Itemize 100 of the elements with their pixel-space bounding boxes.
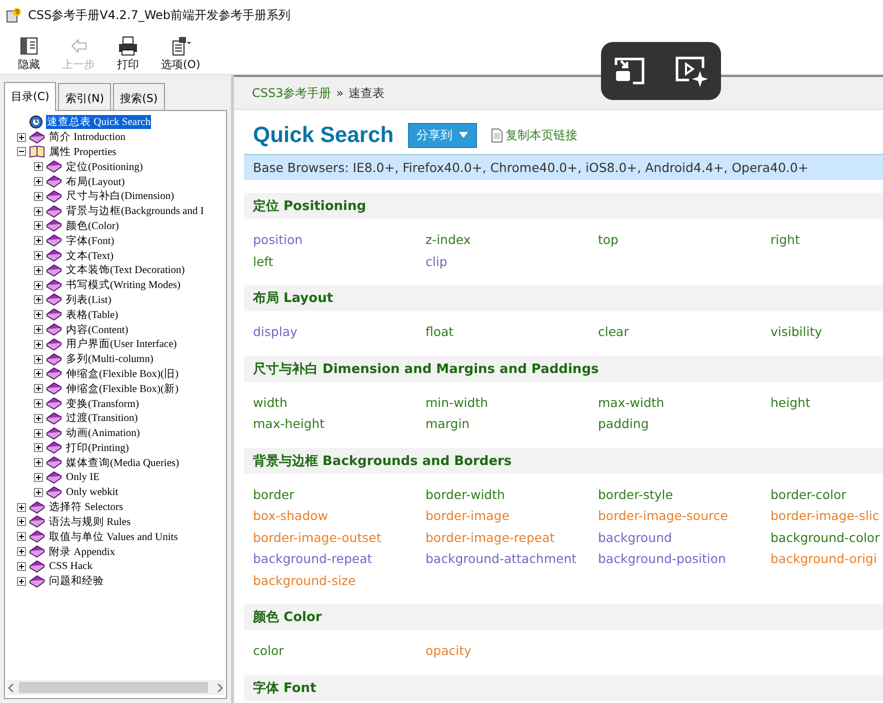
tree-item[interactable]: Only IE	[65, 472, 101, 484]
tree-item[interactable]: 过渡(Transition)	[65, 411, 139, 426]
expand-icon[interactable]	[17, 517, 26, 526]
nav-tab[interactable]: 目录(C)	[4, 82, 56, 111]
tree-item[interactable]: 尺寸与补白(Dimension)	[65, 189, 176, 204]
expand-icon[interactable]	[34, 325, 43, 334]
expand-icon[interactable]	[34, 192, 43, 201]
horizontal-scrollbar[interactable]	[7, 680, 224, 695]
property-link[interactable]: position	[253, 232, 303, 247]
tree-item[interactable]: 文本(Text)	[65, 248, 115, 263]
expand-icon[interactable]	[34, 162, 43, 172]
expand-icon[interactable]	[17, 562, 26, 571]
expand-icon[interactable]	[17, 547, 26, 556]
property-link[interactable]: box-shadow	[253, 508, 328, 523]
tree-item[interactable]: 文本装饰(Text Decoration)	[65, 263, 186, 278]
property-link[interactable]: background-repeat	[253, 551, 372, 566]
property-link[interactable]: left	[253, 254, 274, 268]
expand-icon[interactable]	[17, 132, 26, 142]
property-link[interactable]: border-image	[426, 508, 510, 523]
expand-icon[interactable]	[34, 310, 43, 320]
tree-item[interactable]: Only webkit	[65, 486, 120, 498]
tree-item[interactable]: 内容(Content)	[65, 322, 130, 337]
expand-icon[interactable]	[34, 251, 43, 260]
tree-item[interactable]: 动画(Animation)	[65, 426, 141, 440]
expand-icon[interactable]	[34, 488, 43, 497]
tree-item[interactable]: 布局(Layout)	[65, 174, 126, 189]
tree-item[interactable]: 表格(Table)	[65, 308, 120, 322]
expand-icon[interactable]	[34, 414, 43, 423]
property-link[interactable]: background-origi	[770, 551, 877, 566]
expand-icon[interactable]	[34, 369, 43, 378]
property-link[interactable]: padding	[598, 416, 649, 431]
property-link[interactable]: background-size	[253, 572, 356, 588]
property-link[interactable]: background-attachment	[426, 551, 577, 566]
property-link[interactable]: background-position	[598, 551, 726, 566]
expand-icon[interactable]	[34, 266, 43, 275]
tree-item[interactable]: 颜色(Color)	[65, 218, 120, 233]
tree-item[interactable]: 问题和经验	[48, 574, 105, 588]
property-link[interactable]: background-color	[770, 530, 880, 544]
property-link[interactable]: border-color	[770, 486, 846, 502]
expand-icon[interactable]	[34, 443, 43, 452]
expand-icon[interactable]	[34, 295, 43, 304]
toolbar-button[interactable]: 选项(O)	[157, 36, 204, 72]
property-link[interactable]: opacity	[426, 643, 472, 658]
expand-icon[interactable]	[34, 458, 43, 468]
tree-item[interactable]: 打印(Printing)	[65, 440, 130, 455]
expand-icon[interactable]	[34, 399, 43, 408]
tree-item[interactable]: 附录 Appendix	[48, 544, 116, 558]
expand-icon[interactable]	[34, 236, 43, 246]
property-link[interactable]: clip	[426, 254, 448, 268]
tree-item[interactable]: 变换(Transform)	[65, 396, 140, 411]
tree-item[interactable]: 伸缩盒(Flexible Box)(旧)	[65, 366, 180, 381]
breadcrumb-link[interactable]: CSS3参考手册	[252, 84, 332, 102]
property-link[interactable]: border-image-source	[598, 508, 728, 523]
expand-icon[interactable]	[34, 221, 43, 230]
property-link[interactable]: z-index	[426, 232, 471, 247]
expand-icon[interactable]	[34, 473, 43, 482]
property-link[interactable]: float	[426, 324, 454, 339]
property-link[interactable]: border-style	[598, 486, 673, 502]
copy-link[interactable]: 复制本页链接	[506, 126, 578, 144]
property-link[interactable]: clear	[598, 324, 629, 339]
expand-icon[interactable]	[34, 384, 43, 394]
tree-item[interactable]: 背景与边框(Backgrounds and I	[65, 204, 205, 218]
expand-icon[interactable]	[34, 354, 43, 364]
property-link[interactable]: border-image-repeat	[426, 530, 555, 544]
property-link[interactable]: width	[253, 394, 288, 410]
tree-item[interactable]: 取值与单位 Values and Units	[48, 530, 179, 544]
expand-icon[interactable]	[34, 340, 43, 349]
expand-icon[interactable]	[17, 576, 26, 586]
expand-icon[interactable]	[17, 502, 26, 512]
property-link[interactable]: border-image-outset	[253, 530, 382, 544]
tree-item[interactable]: 列表(List)	[65, 292, 112, 307]
nav-tab[interactable]: 索引(N)	[58, 83, 112, 110]
play-sparkle-icon[interactable]	[673, 54, 709, 88]
property-link[interactable]: margin	[426, 416, 470, 431]
nav-tab[interactable]: 搜索(S)	[113, 83, 165, 110]
tree-item[interactable]: 多列(Multi-column)	[65, 352, 154, 366]
scroll-right-icon[interactable]	[216, 682, 224, 692]
tree-item[interactable]: 速查总表 Quick Search	[46, 115, 152, 130]
tree-item[interactable]: 书写模式(Writing Modes)	[65, 278, 182, 292]
tree-item[interactable]: 字体(Font)	[65, 234, 116, 248]
tree-item[interactable]: 属性 Properties	[48, 144, 118, 159]
property-link[interactable]: background	[598, 530, 672, 544]
property-link[interactable]: color	[253, 643, 284, 658]
expand-icon[interactable]	[34, 280, 43, 290]
property-link[interactable]: max-height	[253, 416, 325, 431]
tree-item[interactable]: 简介 Introduction	[48, 130, 127, 144]
toolbar-button[interactable]: 打印	[113, 36, 143, 72]
property-link[interactable]: display	[253, 324, 298, 339]
property-link[interactable]: max-width	[598, 394, 664, 410]
expand-icon[interactable]	[34, 206, 43, 216]
property-link[interactable]: border	[253, 486, 294, 502]
property-link[interactable]: min-width	[426, 394, 488, 410]
tree-item[interactable]: 用户界面(User Interface)	[65, 337, 178, 352]
collapse-icon[interactable]	[17, 147, 26, 156]
property-link[interactable]: border-image-slic	[770, 508, 880, 523]
tree-item[interactable]: 伸缩盒(Flexible Box)(新)	[65, 382, 180, 396]
tree-item[interactable]: 定位(Positioning)	[65, 160, 144, 174]
tree-item[interactable]: 媒体查询(Media Queries)	[65, 456, 180, 470]
tree-item[interactable]: 选择符 Selectors	[48, 500, 124, 514]
toolbar-button[interactable]: 隐藏	[14, 36, 44, 72]
